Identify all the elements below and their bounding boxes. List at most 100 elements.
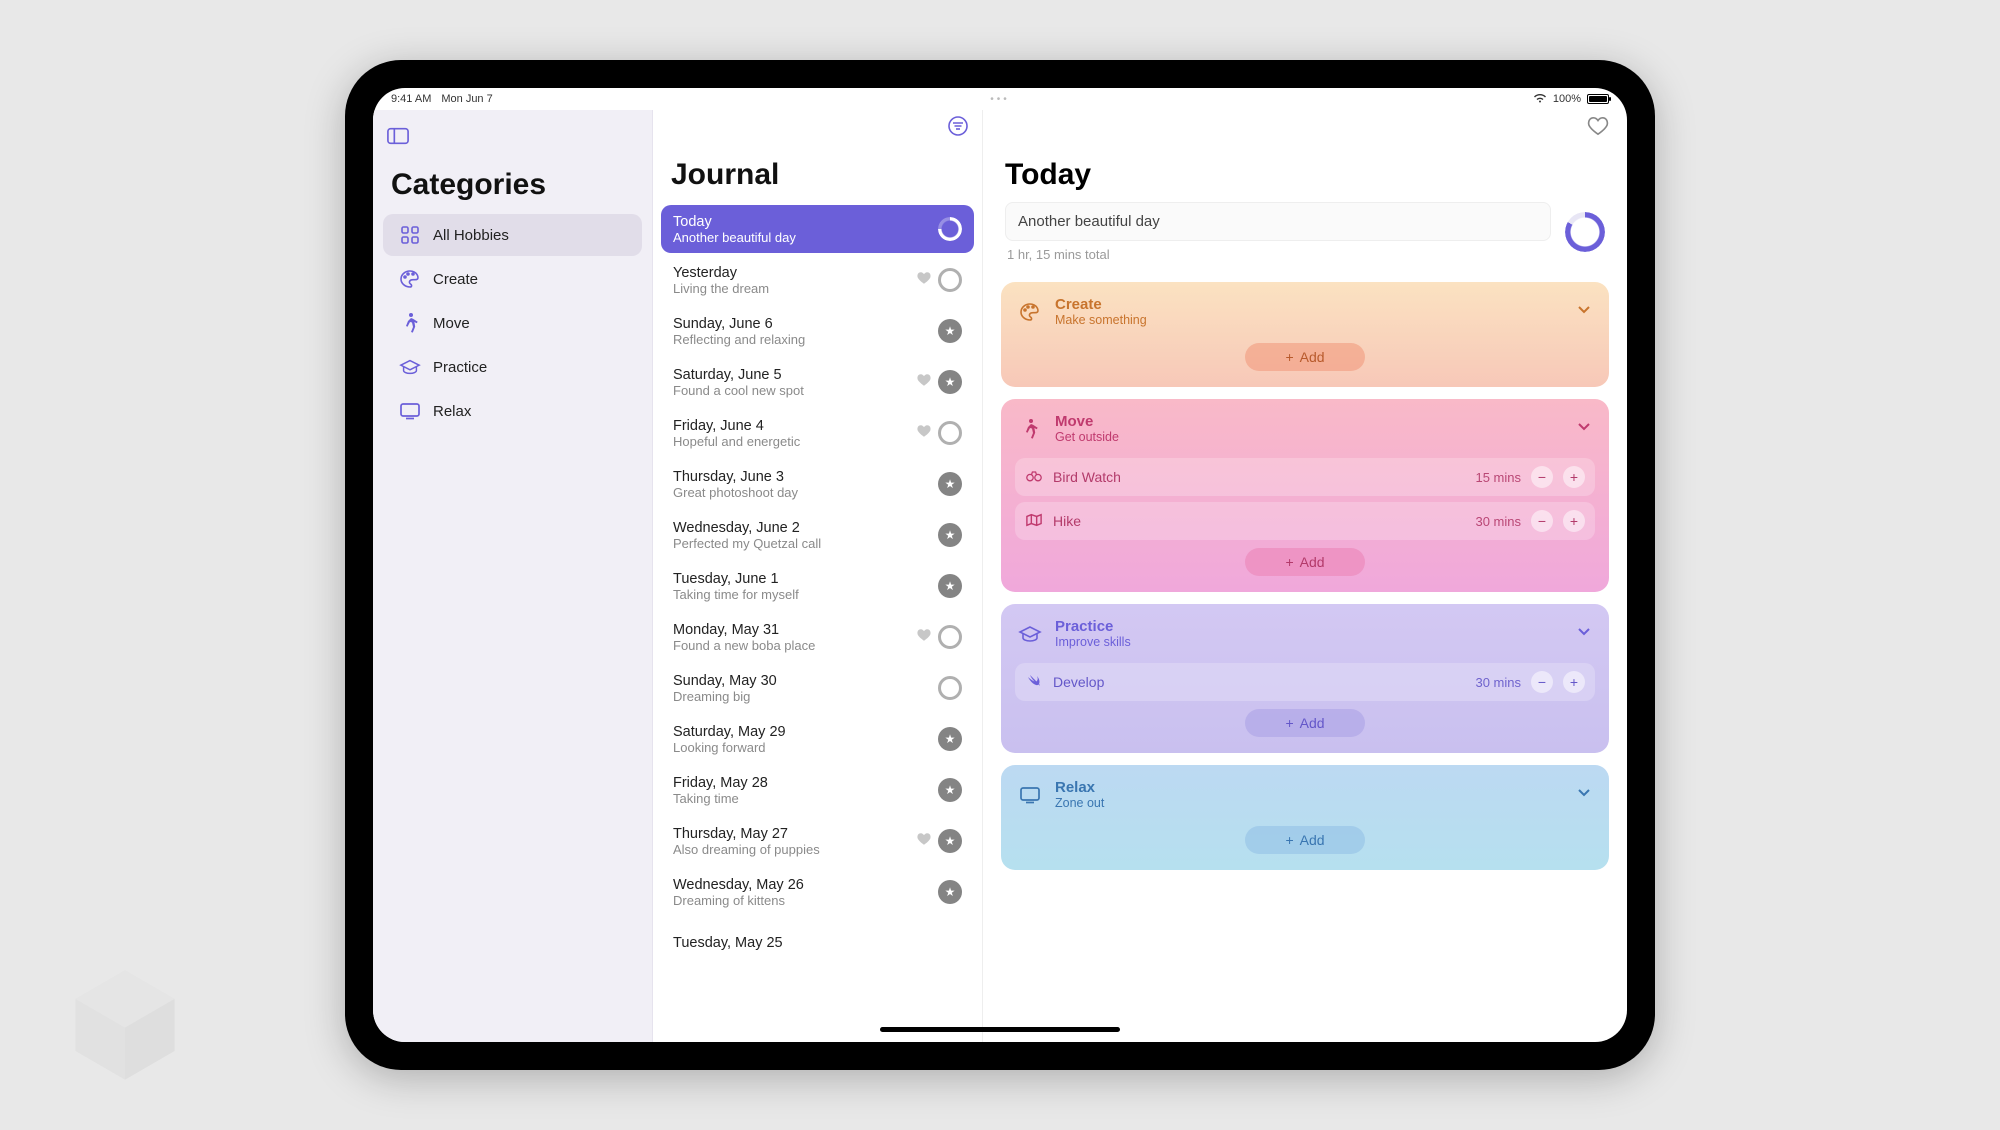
chevron-down-icon[interactable]: [1575, 300, 1593, 323]
favorite-icon[interactable]: [1587, 116, 1609, 141]
journal-row-sub: Taking time: [673, 791, 938, 806]
filter-icon[interactable]: [948, 116, 968, 141]
grid-icon: [399, 224, 421, 246]
heart-icon: [916, 271, 932, 290]
increment-button[interactable]: +: [1563, 466, 1585, 488]
journal-row[interactable]: Wednesday, May 26 Dreaming of kittens ★: [661, 868, 974, 916]
add-label: Add: [1300, 832, 1325, 848]
activity-name: Bird Watch: [1053, 469, 1465, 485]
star-icon: ★: [938, 472, 962, 496]
card-relax: Relax Zone out + Add: [1001, 765, 1609, 870]
heart-icon: [916, 424, 932, 443]
star-icon: ★: [938, 727, 962, 751]
journal-row-title: Wednesday, May 26: [673, 877, 938, 893]
sidebar-toggle-icon[interactable]: [387, 127, 409, 150]
progress-ring: [1565, 212, 1605, 252]
card-subtitle: Improve skills: [1055, 635, 1563, 649]
increment-button[interactable]: +: [1563, 671, 1585, 693]
journal-row-sub: Hopeful and energetic: [673, 434, 916, 449]
add-label: Add: [1300, 349, 1325, 365]
journal-row-sub: Great photoshoot day: [673, 485, 938, 500]
journal-row-title: Saturday, June 5: [673, 367, 916, 383]
activity-duration: 30 mins: [1475, 514, 1521, 529]
decrement-button[interactable]: −: [1531, 510, 1553, 532]
journal-row-title: Tuesday, May 25: [673, 935, 962, 951]
home-indicator[interactable]: [880, 1027, 1120, 1032]
sidebar-item-label: All Hobbies: [433, 227, 509, 244]
sidebar-item-label: Create: [433, 271, 478, 288]
tv-icon: [399, 400, 421, 422]
journal-row[interactable]: Sunday, June 6 Reflecting and relaxing ★: [661, 307, 974, 355]
sidebar-item-move[interactable]: Move: [383, 302, 642, 344]
journal-row-sub: Living the dream: [673, 281, 916, 296]
journal-row[interactable]: Friday, June 4 Hopeful and energetic: [661, 409, 974, 457]
card-header[interactable]: Practice Improve skills: [1015, 614, 1595, 657]
journal-row-sub: Perfected my Quetzal call: [673, 536, 938, 551]
journal-row[interactable]: Saturday, May 29 Looking forward ★: [661, 715, 974, 763]
add-button[interactable]: + Add: [1245, 343, 1365, 371]
star-icon: ★: [938, 370, 962, 394]
heart-icon: [916, 373, 932, 392]
add-button[interactable]: + Add: [1245, 709, 1365, 737]
journal-list[interactable]: Today Another beautiful day Yesterday Li…: [653, 202, 982, 1042]
star-icon: ★: [938, 523, 962, 547]
card-header[interactable]: Relax Zone out: [1015, 775, 1595, 818]
sidebar-item-all-hobbies[interactable]: All Hobbies: [383, 214, 642, 256]
journal-row[interactable]: Tuesday, June 1 Taking time for myself ★: [661, 562, 974, 610]
decrement-button[interactable]: −: [1531, 671, 1553, 693]
sidebar-item-label: Relax: [433, 403, 471, 420]
journal-row[interactable]: Sunday, May 30 Dreaming big: [661, 664, 974, 712]
detail-column: Today 1 hr, 15 mins total Create Make so…: [983, 110, 1627, 1042]
sidebar-item-label: Practice: [433, 359, 487, 376]
sidebar-item-practice[interactable]: Practice: [383, 346, 642, 388]
journal-row[interactable]: Thursday, May 27 Also dreaming of puppie…: [661, 817, 974, 865]
chevron-down-icon[interactable]: [1575, 622, 1593, 645]
card-header[interactable]: Create Make something: [1015, 292, 1595, 335]
journal-row[interactable]: Saturday, June 5 Found a cool new spot ★: [661, 358, 974, 406]
status-time: 9:41 AM: [391, 93, 431, 105]
increment-button[interactable]: +: [1563, 510, 1585, 532]
journal-row-sub: Dreaming big: [673, 689, 938, 704]
sidebar-item-relax[interactable]: Relax: [383, 390, 642, 432]
chevron-down-icon[interactable]: [1575, 783, 1593, 806]
card-title: Create: [1055, 296, 1563, 313]
journal-row-title: Sunday, May 30: [673, 673, 938, 689]
card-header[interactable]: Move Get outside: [1015, 409, 1595, 452]
card-title: Move: [1055, 413, 1563, 430]
status-date: Mon Jun 7: [441, 93, 492, 105]
add-button[interactable]: + Add: [1245, 548, 1365, 576]
journal-row[interactable]: Wednesday, June 2 Perfected my Quetzal c…: [661, 511, 974, 559]
journal-row[interactable]: Friday, May 28 Taking time ★: [661, 766, 974, 814]
journal-row-sub: Another beautiful day: [673, 230, 938, 245]
journal-row[interactable]: Monday, May 31 Found a new boba place: [661, 613, 974, 661]
card-title: Practice: [1055, 618, 1563, 635]
sidebar-item-create[interactable]: Create: [383, 258, 642, 300]
journal-row[interactable]: Today Another beautiful day: [661, 205, 974, 253]
journal-row-title: Friday, May 28: [673, 775, 938, 791]
create-icon: [1017, 299, 1043, 325]
journal-row[interactable]: Thursday, June 3 Great photoshoot day ★: [661, 460, 974, 508]
status-bar: 9:41 AM Mon Jun 7 ••• 100%: [373, 88, 1627, 110]
sidebar: Categories All Hobbies Create Move Pract…: [373, 110, 653, 1042]
relax-icon: [1017, 782, 1043, 808]
journal-row[interactable]: Tuesday, May 25: [661, 919, 974, 967]
star-icon: ★: [938, 880, 962, 904]
chevron-down-icon[interactable]: [1575, 417, 1593, 440]
journal-row-sub: Taking time for myself: [673, 587, 938, 602]
journal-row-sub: Reflecting and relaxing: [673, 332, 938, 347]
swift-icon: [1025, 673, 1043, 692]
battery-icon: [1587, 94, 1609, 104]
decrement-button[interactable]: −: [1531, 466, 1553, 488]
journal-row[interactable]: Yesterday Living the dream: [661, 256, 974, 304]
progress-ring-icon: [938, 625, 962, 649]
summary-input[interactable]: [1005, 202, 1551, 241]
palette-icon: [399, 268, 421, 290]
add-button[interactable]: + Add: [1245, 826, 1365, 854]
battery-pct: 100%: [1553, 93, 1581, 105]
journal-row-sub: Found a cool new spot: [673, 383, 916, 398]
journal-row-title: Thursday, May 27: [673, 826, 916, 842]
sidebar-item-label: Move: [433, 315, 470, 332]
multitask-dots[interactable]: •••: [990, 94, 1010, 105]
journal-row-title: Today: [673, 214, 938, 230]
progress-ring-icon: [938, 421, 962, 445]
